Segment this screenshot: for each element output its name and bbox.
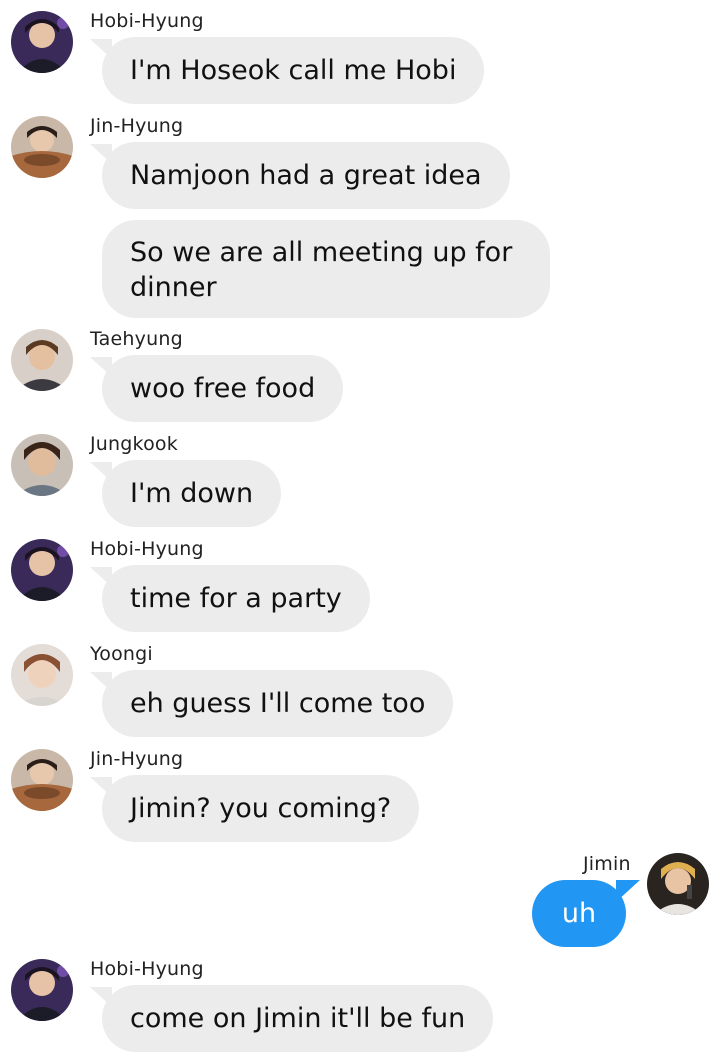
sender-name: Jin-Hyung (90, 115, 184, 137)
sender-name: Taehyung (90, 328, 183, 350)
avatar[interactable] (11, 749, 73, 811)
sender-name: Hobi-Hyung (90, 958, 204, 980)
sender-name: Jungkook (90, 433, 178, 455)
message-bubble[interactable]: I'm Hoseok call me Hobi (90, 37, 485, 104)
sender-name: Hobi-Hyung (90, 538, 204, 560)
message-text: Namjoon had a great idea (130, 160, 482, 191)
avatar[interactable] (11, 11, 73, 73)
bubble-tail (90, 357, 112, 377)
message-bubble[interactable]: come on Jimin it'll be fun (90, 985, 494, 1052)
message-text: So we are all meeting up for dinner (130, 237, 513, 303)
message-bubble[interactable]: I'm down (90, 460, 282, 527)
message-text: eh guess I'll come too (130, 688, 426, 719)
message-bubble[interactable]: Namjoon had a great idea (90, 142, 510, 209)
sender-name: Jimin (583, 853, 631, 875)
message-bubble[interactable]: Jimin? you coming? (90, 775, 420, 842)
message-bubble[interactable]: uh (532, 880, 640, 947)
bubble-tail (90, 987, 112, 1007)
message-bubble[interactable]: woo free food (90, 355, 344, 422)
avatar[interactable] (11, 434, 73, 496)
message-text: I'm down (130, 478, 254, 509)
avatar[interactable] (11, 116, 73, 178)
bubble-tail (90, 567, 112, 587)
avatar[interactable] (11, 959, 73, 1021)
message-text: uh (561, 898, 597, 929)
sender-name: Jin-Hyung (90, 748, 184, 770)
message-bubble[interactable]: eh guess I'll come too (90, 670, 454, 737)
bubble-tail (90, 777, 112, 797)
message-text: Jimin? you coming? (130, 793, 392, 824)
bubble-tail (90, 672, 112, 692)
sender-name: Hobi-Hyung (90, 10, 204, 32)
message-bubble[interactable]: time for a party (90, 565, 370, 632)
message-text: I'm Hoseok call me Hobi (130, 55, 457, 86)
message-text: come on Jimin it'll be fun (130, 1003, 466, 1034)
bubble-tail (90, 39, 112, 59)
avatar[interactable] (11, 539, 73, 601)
sender-name: Yoongi (90, 643, 153, 665)
avatar[interactable] (647, 853, 709, 915)
avatar[interactable] (11, 329, 73, 391)
message-bubble[interactable]: So we are all meeting up for dinner (102, 220, 550, 318)
bubble-tail (90, 144, 112, 164)
avatar[interactable] (11, 644, 73, 706)
bubble-tail (90, 462, 112, 482)
message-text: time for a party (130, 583, 342, 614)
message-text: woo free food (130, 373, 316, 404)
bubble-tail (616, 880, 640, 902)
